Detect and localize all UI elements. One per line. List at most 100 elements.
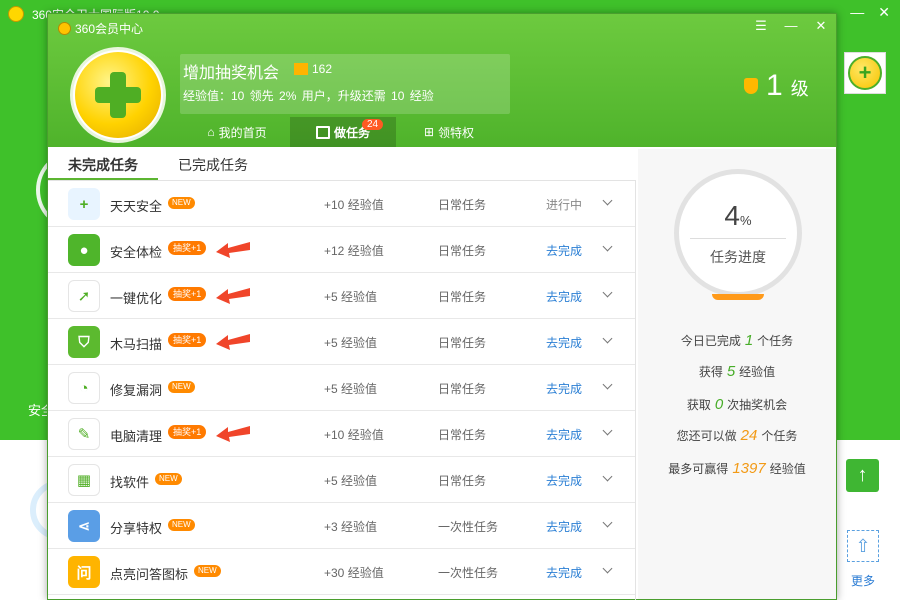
scroll-up-button[interactable]: ↑ bbox=[846, 459, 879, 492]
task-row: ➚ 一键优化 抽奖+1 +5 经验值 日常任务 去完成 bbox=[48, 273, 635, 319]
qa-icon: 问 bbox=[68, 556, 100, 588]
task-row: 问点亮问答图标 NEW +30 经验值 一次性任务 去完成 bbox=[48, 549, 635, 595]
go-complete-link[interactable]: 去完成 bbox=[546, 288, 582, 305]
task-count-badge: 24 bbox=[362, 119, 384, 130]
main-tabs: ⌂ 我的首页 做任务 24 ⊞ 领特权 bbox=[184, 117, 502, 147]
stat-suffix: 个任务 bbox=[757, 334, 794, 348]
rocket-icon: ➚ bbox=[68, 280, 100, 312]
avatar[interactable] bbox=[70, 47, 166, 143]
lottery-badge: 抽奖+1 bbox=[168, 425, 207, 439]
tab-privileges-label: 领特权 bbox=[438, 125, 475, 140]
progress-panel: 4% 任务进度 今日已完成 1 个任务 获得 5 经验值 获取 0 次抽奖机会 您还可以做 24 个任… bbox=[638, 149, 836, 599]
task-name: 电脑清理 bbox=[110, 429, 163, 444]
user-name: 增加抽奖机会 bbox=[183, 65, 280, 82]
go-complete-link[interactable]: 去完成 bbox=[546, 242, 582, 259]
chevron-down-icon[interactable] bbox=[602, 241, 616, 255]
more-upload-icon[interactable]: ⇧ bbox=[847, 530, 879, 562]
software-grid-icon: ▦ bbox=[68, 464, 100, 496]
minimize-icon[interactable]: — bbox=[850, 4, 864, 21]
chevron-down-icon[interactable] bbox=[602, 425, 616, 439]
task-row: ⛉ 木马扫描 抽奖+1 +5 经验值 日常任务 去完成 bbox=[48, 319, 635, 365]
task-exp: +3 经验值 bbox=[324, 520, 378, 534]
shield-scan-icon: ⛉ bbox=[68, 326, 100, 358]
share-icon: ⋖ bbox=[68, 510, 100, 542]
new-badge: NEW bbox=[168, 197, 195, 209]
task-name: 安全体检 bbox=[110, 245, 163, 260]
task-checkbox-icon bbox=[315, 125, 330, 139]
go-complete-link[interactable]: 去完成 bbox=[546, 426, 582, 443]
task-name: 点亮问答图标 bbox=[110, 567, 189, 582]
stat-prefix: 获取 bbox=[686, 398, 711, 412]
task-type: 日常任务 bbox=[438, 290, 487, 304]
red-arrow-annotation-icon bbox=[216, 288, 250, 304]
task-type: 日常任务 bbox=[438, 198, 487, 212]
task-subtabs: 未完成任务 已完成任务 bbox=[48, 149, 636, 181]
red-arrow-annotation-icon bbox=[216, 426, 250, 442]
subtab-completed[interactable]: 已完成任务 bbox=[158, 149, 268, 180]
task-name: 找软件 bbox=[110, 475, 150, 490]
window-header: 360会员中心 ☰ — ✕ 增加抽奖机会 162 经验值：10 领先 2% 用户… bbox=[48, 14, 836, 147]
lottery-badge: 抽奖+1 bbox=[168, 241, 207, 255]
task-name: 天天安全 bbox=[110, 199, 163, 214]
go-complete-link[interactable]: 去完成 bbox=[546, 564, 582, 581]
task-exp: +10 经验值 bbox=[324, 198, 384, 212]
level-bars-icon bbox=[294, 63, 308, 75]
task-exp: +5 经验值 bbox=[324, 290, 378, 304]
tab-tasks[interactable]: 做任务 24 bbox=[290, 117, 396, 147]
new-badge: NEW bbox=[168, 519, 195, 531]
stat-line: 最多可赢得 1397 经验值 bbox=[638, 460, 836, 477]
subtab-incomplete[interactable]: 未完成任务 bbox=[48, 149, 158, 180]
task-row: ▦ 找软件 NEW +5 经验值 日常任务 去完成 bbox=[48, 457, 635, 503]
window-title-text: 360会员中心 bbox=[75, 22, 144, 36]
plus-logo-icon: + bbox=[848, 56, 882, 90]
stat-prefix: 获得 bbox=[698, 365, 723, 379]
grid-icon: ⊞ bbox=[423, 125, 435, 139]
stat-line: 获取 0 次抽奖机会 bbox=[638, 396, 836, 413]
go-complete-link[interactable]: 去完成 bbox=[546, 518, 582, 535]
chevron-down-icon[interactable] bbox=[602, 287, 616, 301]
go-complete-link[interactable]: 去完成 bbox=[546, 380, 582, 397]
window-title: 360会员中心 bbox=[58, 20, 143, 37]
member-logo-button[interactable]: + bbox=[844, 52, 886, 94]
task-type: 一次性任务 bbox=[438, 520, 499, 534]
level-points: 162 bbox=[312, 62, 333, 76]
task-type: 日常任务 bbox=[438, 474, 487, 488]
background-window-controls: — ✕ bbox=[850, 4, 890, 21]
close-icon[interactable]: ✕ bbox=[878, 4, 890, 21]
progress-label: 任务进度 bbox=[710, 249, 766, 265]
close-icon[interactable]: ✕ bbox=[814, 18, 828, 34]
menu-icon[interactable]: ☰ bbox=[754, 18, 768, 34]
lottery-badge: 抽奖+1 bbox=[168, 287, 207, 301]
stat-suffix: 经验值 bbox=[769, 462, 806, 476]
task-row: ✎ 电脑清理 抽奖+1 +10 经验值 日常任务 去完成 bbox=[48, 411, 635, 457]
task-exp: +5 经验值 bbox=[324, 382, 378, 396]
avatar-logo-icon bbox=[75, 52, 161, 138]
stat-suffix: 经验值 bbox=[739, 365, 776, 379]
task-type: 日常任务 bbox=[438, 428, 487, 442]
minimize-icon[interactable]: — bbox=[784, 18, 798, 34]
more-link[interactable]: 更多 bbox=[851, 572, 875, 589]
red-arrow-annotation-icon bbox=[216, 242, 250, 258]
repair-icon: ◔ bbox=[68, 372, 100, 404]
chevron-down-icon[interactable] bbox=[602, 563, 616, 577]
tab-home[interactable]: ⌂ 我的首页 bbox=[184, 117, 290, 147]
chevron-down-icon[interactable] bbox=[602, 379, 616, 393]
chevron-down-icon[interactable] bbox=[602, 333, 616, 347]
new-badge: NEW bbox=[194, 565, 221, 577]
chevron-down-icon[interactable] bbox=[602, 195, 616, 209]
progress-arc bbox=[712, 294, 764, 300]
chevron-down-icon[interactable] bbox=[602, 517, 616, 531]
home-icon: ⌂ bbox=[207, 125, 215, 139]
go-complete-link[interactable]: 去完成 bbox=[546, 472, 582, 489]
stat-number: 24 bbox=[740, 427, 758, 444]
new-badge: NEW bbox=[168, 381, 195, 393]
red-arrow-annotation-icon bbox=[216, 334, 250, 350]
go-complete-link[interactable]: 去完成 bbox=[546, 334, 582, 351]
task-name: 一键优化 bbox=[110, 291, 163, 306]
exp-summary: 经验值：10 领先 2% 用户，升级还需 10 经验 bbox=[183, 89, 434, 103]
lottery-badge: 抽奖+1 bbox=[168, 333, 207, 347]
level-display: 1 级 bbox=[744, 69, 809, 103]
tab-privileges[interactable]: ⊞ 领特权 bbox=[396, 117, 502, 147]
chevron-down-icon[interactable] bbox=[602, 471, 616, 485]
new-badge: NEW bbox=[155, 473, 182, 485]
